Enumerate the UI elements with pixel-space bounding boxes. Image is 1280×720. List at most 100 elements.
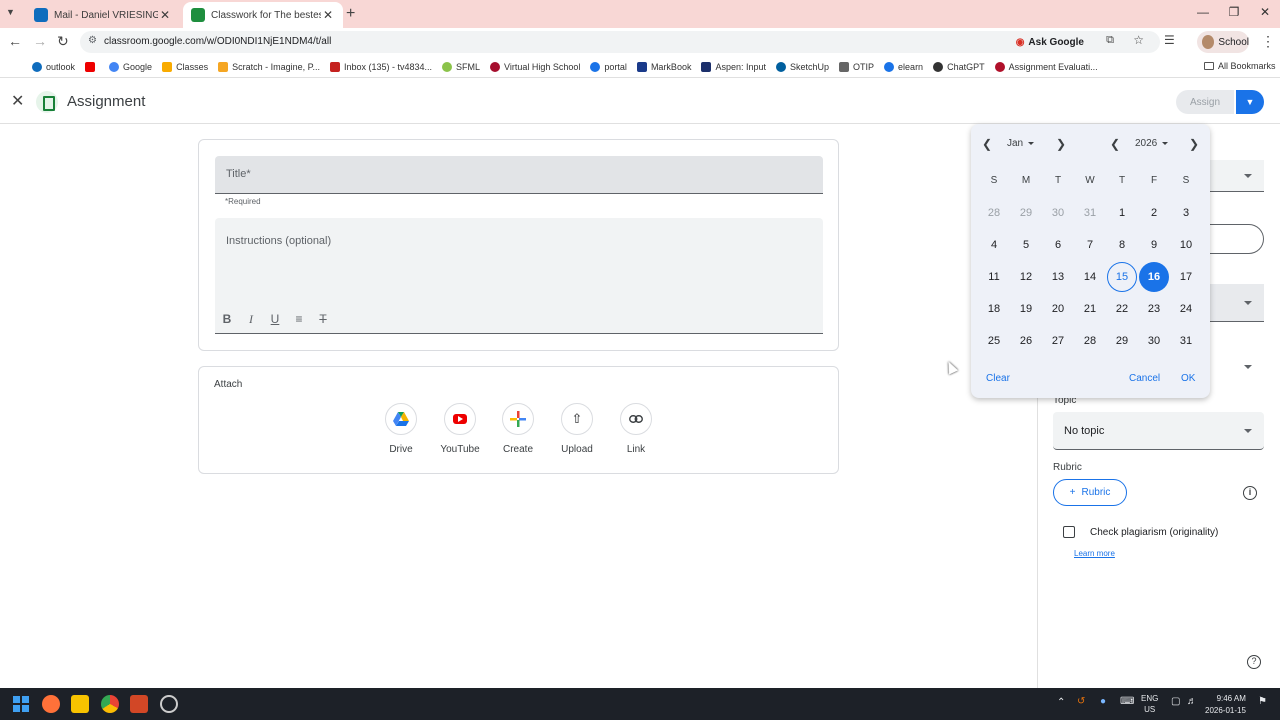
students-selector[interactable]: [1208, 224, 1264, 254]
cancel-button[interactable]: Cancel: [1129, 373, 1160, 384]
plagiarism-checkbox[interactable]: [1063, 526, 1075, 538]
info-icon[interactable]: i: [1243, 486, 1257, 500]
minimize-icon[interactable]: —: [1193, 5, 1213, 19]
bookmark-portal[interactable]: portal: [590, 61, 627, 72]
calendar-day[interactable]: 22: [1107, 294, 1137, 324]
tray-chevron-up-icon[interactable]: ⌃: [1057, 697, 1065, 708]
for-dropdown[interactable]: [1208, 160, 1264, 192]
assign-button[interactable]: Assign: [1176, 90, 1234, 114]
close-tab-icon[interactable]: ✕: [158, 8, 172, 22]
tab-search-chevron-icon[interactable]: ▼: [6, 7, 15, 17]
learn-more-link[interactable]: Learn more: [1074, 549, 1115, 558]
windows-start-icon[interactable]: [13, 696, 29, 712]
bookmark-sfml[interactable]: SFML: [442, 61, 480, 72]
keyboard-icon[interactable]: ⌨: [1120, 696, 1134, 707]
calendar-day[interactable]: 11: [979, 262, 1009, 292]
powerpoint-icon[interactable]: [130, 695, 148, 713]
attach-drive-button[interactable]: Drive: [371, 403, 431, 455]
calendar-day[interactable]: 10: [1171, 230, 1201, 260]
calendar-day[interactable]: 29: [1011, 198, 1041, 228]
obs-icon[interactable]: [160, 695, 178, 713]
italic-icon[interactable]: I: [243, 312, 259, 327]
sync-icon[interactable]: ↺: [1077, 696, 1085, 707]
calendar-day[interactable]: 9: [1139, 230, 1169, 260]
calendar-day[interactable]: 2: [1139, 198, 1169, 228]
assign-options-dropdown[interactable]: ▼: [1236, 90, 1264, 114]
due-dropdown[interactable]: [1208, 352, 1264, 382]
bookmark-google[interactable]: Google: [109, 61, 152, 72]
ok-button[interactable]: OK: [1181, 373, 1195, 384]
calendar-day[interactable]: 13: [1043, 262, 1073, 292]
help-icon[interactable]: ?: [1247, 655, 1261, 669]
calendar-day[interactable]: 21: [1075, 294, 1105, 324]
profile-chip[interactable]: School: [1197, 31, 1249, 53]
calendar-day[interactable]: 8: [1107, 230, 1137, 260]
bulleted-list-icon[interactable]: ≡: [291, 312, 307, 326]
calendar-day[interactable]: 24: [1171, 294, 1201, 324]
calendar-day[interactable]: 1: [1107, 198, 1137, 228]
prev-year-icon[interactable]: ❮: [1110, 137, 1120, 151]
next-month-icon[interactable]: ❯: [1056, 137, 1066, 151]
file-explorer-icon[interactable]: [71, 695, 89, 713]
bookmark-youtube[interactable]: [85, 61, 99, 72]
bookmark-classes[interactable]: Classes: [162, 61, 208, 72]
address-bar[interactable]: ⚙ classroom.google.com/w/ODI0NDI1NjE1NDM…: [80, 31, 1160, 53]
calendar-day[interactable]: 20: [1043, 294, 1073, 324]
bookmark-markbook[interactable]: MarkBook: [636, 61, 691, 72]
calendar-day[interactable]: 26: [1011, 326, 1041, 356]
bookmark-sketchup[interactable]: SketchUp: [776, 61, 829, 72]
firefox-icon[interactable]: [42, 695, 60, 713]
tab-classwork[interactable]: Classwork for The bestest class ✕: [183, 2, 343, 28]
install-icon[interactable]: ⧉: [1106, 34, 1114, 47]
bookmark-star-icon[interactable]: ☆: [1133, 33, 1144, 47]
year-select[interactable]: 2026: [1135, 138, 1169, 149]
attach-youtube-button[interactable]: YouTube: [430, 403, 490, 455]
notifications-icon[interactable]: ⚑: [1258, 696, 1267, 707]
system-clock[interactable]: 9:46 AM 2026-01-15: [1205, 693, 1246, 717]
bookmark-chatgpt[interactable]: ChatGPT: [933, 61, 985, 72]
calendar-day[interactable]: 5: [1011, 230, 1041, 260]
underline-icon[interactable]: U: [267, 312, 283, 326]
topic-dropdown[interactable]: No topic: [1053, 412, 1264, 450]
calendar-day[interactable]: 28: [979, 198, 1009, 228]
close-tab-icon[interactable]: ✕: [321, 8, 335, 22]
new-tab-icon[interactable]: +: [346, 5, 355, 23]
calendar-day[interactable]: 25: [979, 326, 1009, 356]
calendar-day[interactable]: 31: [1171, 326, 1201, 356]
instructions-field[interactable]: Instructions (optional) B I U ≡ T: [215, 218, 823, 334]
calendar-day[interactable]: 6: [1043, 230, 1073, 260]
calendar-day[interactable]: 23: [1139, 294, 1169, 324]
calendar-day[interactable]: 15: [1107, 262, 1137, 292]
maximize-icon[interactable]: ❐: [1224, 5, 1244, 19]
attach-create-button[interactable]: Create: [488, 403, 548, 455]
menu-kebab-icon[interactable]: ⋮: [1261, 33, 1275, 50]
calendar-day[interactable]: 14: [1075, 262, 1105, 292]
calendar-day[interactable]: 12: [1011, 262, 1041, 292]
calendar-day[interactable]: 27: [1043, 326, 1073, 356]
forward-icon[interactable]: →: [33, 33, 47, 49]
calendar-day[interactable]: 18: [979, 294, 1009, 324]
calendar-day[interactable]: 7: [1075, 230, 1105, 260]
add-rubric-button[interactable]: + Rubric: [1053, 479, 1127, 506]
bookmark-elearn[interactable]: elearn: [884, 61, 923, 72]
input-language[interactable]: ENG US: [1141, 693, 1158, 715]
bookmark-inbox[interactable]: Inbox (135) - tv4834...: [329, 61, 432, 72]
network-icon[interactable]: ▢: [1171, 696, 1180, 707]
all-bookmarks[interactable]: All Bookmarks: [1204, 61, 1276, 71]
microphone-icon[interactable]: ●: [1100, 696, 1106, 707]
calendar-day[interactable]: 29: [1107, 326, 1137, 356]
close-window-icon[interactable]: ✕: [1255, 5, 1275, 19]
bookmark-vhs[interactable]: Virtual High School: [490, 61, 580, 72]
bookmark-otip[interactable]: OTIP: [839, 61, 874, 72]
extensions-icon[interactable]: ☰: [1164, 33, 1175, 47]
next-year-icon[interactable]: ❯: [1189, 137, 1199, 151]
ask-google-button[interactable]: ◉ Ask Google: [1010, 33, 1090, 51]
prev-month-icon[interactable]: ❮: [982, 137, 992, 151]
title-field[interactable]: Title*: [215, 156, 823, 194]
chrome-icon[interactable]: [101, 695, 119, 713]
back-icon[interactable]: ←: [8, 33, 22, 49]
calendar-day[interactable]: 17: [1171, 262, 1201, 292]
clear-button[interactable]: Clear: [986, 373, 1010, 384]
tab-mail[interactable]: Mail - Daniel VRIESINGA - Outl ✕: [26, 2, 180, 28]
attach-link-button[interactable]: Link: [606, 403, 666, 455]
